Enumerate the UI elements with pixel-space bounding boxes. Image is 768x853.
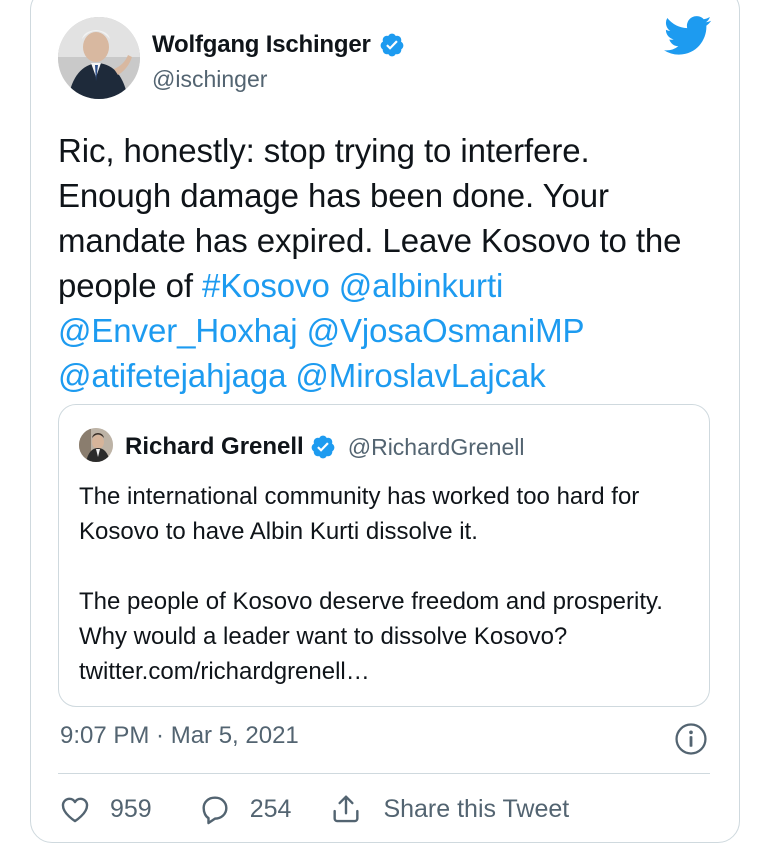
quoted-tweet-text: The international community has worked t… <box>79 479 699 689</box>
quoted-paragraph: The people of Kosovo deserve freedom and… <box>79 588 663 685</box>
quoted-author-avatar <box>79 428 113 462</box>
author-handle[interactable]: @ischinger <box>152 66 267 93</box>
reply-button[interactable]: 254 <box>198 792 292 826</box>
twitter-bird-icon[interactable] <box>664 16 712 56</box>
verified-badge-icon <box>311 435 335 459</box>
quoted-author-name: Richard Grenell <box>125 433 304 460</box>
quoted-tweet[interactable]: Richard Grenell @RichardGrenell The inte… <box>58 404 710 707</box>
action-bar: 959 254 Share this Tweet <box>58 792 569 826</box>
verified-badge-icon <box>380 33 404 57</box>
share-label: Share this Tweet <box>383 794 570 823</box>
like-count: 959 <box>110 794 152 823</box>
reply-icon <box>202 796 228 825</box>
mention-link[interactable]: @Enver_Hoxhaj <box>58 312 298 349</box>
reply-count: 254 <box>249 794 292 823</box>
mention-link[interactable]: @VjosaOsmaniMP <box>307 312 584 349</box>
author-name[interactable]: Wolfgang Ischinger <box>152 31 371 59</box>
author-avatar[interactable] <box>58 17 140 99</box>
share-icon <box>333 795 359 823</box>
mention-link[interactable]: @albinkurti <box>339 267 504 304</box>
tweet-timestamp[interactable]: 9:07 PM · Mar 5, 2021 <box>60 722 299 750</box>
like-button[interactable]: 959 <box>58 792 152 826</box>
quoted-paragraph: The international community has worked t… <box>79 483 640 545</box>
mention-link[interactable]: @MiroslavLajcak <box>295 357 545 394</box>
share-button[interactable]: Share this Tweet <box>329 792 569 826</box>
quoted-author-handle: @RichardGrenell <box>347 433 525 460</box>
tweet-text: Ric, honestly: stop trying to interfere.… <box>58 128 698 398</box>
hashtag-link[interactable]: #Kosovo <box>202 267 330 304</box>
divider <box>58 773 710 774</box>
info-icon[interactable] <box>674 722 708 756</box>
mention-link[interactable]: @atifetejahjaga <box>58 357 286 394</box>
heart-icon <box>61 797 89 823</box>
